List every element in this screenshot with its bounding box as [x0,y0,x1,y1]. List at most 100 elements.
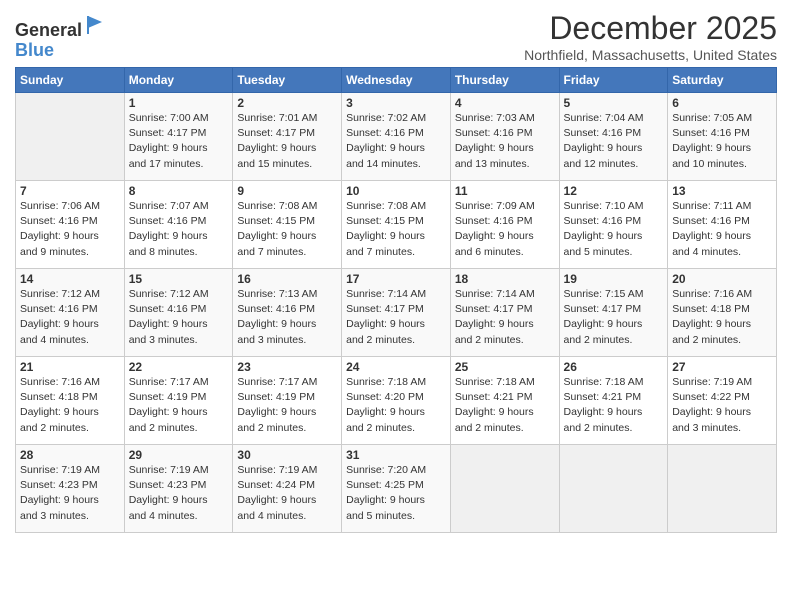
day-cell: 28Sunrise: 7:19 AMSunset: 4:23 PMDayligh… [16,445,125,533]
day-info: Sunrise: 7:15 AMSunset: 4:17 PMDaylight:… [564,287,664,348]
day-number: 31 [346,448,446,462]
logo-general: General [15,20,82,40]
day-info: Sunrise: 7:01 AMSunset: 4:17 PMDaylight:… [237,111,337,172]
day-cell: 15Sunrise: 7:12 AMSunset: 4:16 PMDayligh… [124,269,233,357]
day-number: 29 [129,448,229,462]
day-info: Sunrise: 7:19 AMSunset: 4:22 PMDaylight:… [672,375,772,436]
week-row-5: 28Sunrise: 7:19 AMSunset: 4:23 PMDayligh… [16,445,777,533]
day-number: 17 [346,272,446,286]
day-info: Sunrise: 7:05 AMSunset: 4:16 PMDaylight:… [672,111,772,172]
day-cell: 21Sunrise: 7:16 AMSunset: 4:18 PMDayligh… [16,357,125,445]
day-info: Sunrise: 7:19 AMSunset: 4:24 PMDaylight:… [237,463,337,524]
day-info: Sunrise: 7:03 AMSunset: 4:16 PMDaylight:… [455,111,555,172]
day-info: Sunrise: 7:16 AMSunset: 4:18 PMDaylight:… [672,287,772,348]
day-cell: 16Sunrise: 7:13 AMSunset: 4:16 PMDayligh… [233,269,342,357]
day-info: Sunrise: 7:19 AMSunset: 4:23 PMDaylight:… [129,463,229,524]
week-row-3: 14Sunrise: 7:12 AMSunset: 4:16 PMDayligh… [16,269,777,357]
day-info: Sunrise: 7:11 AMSunset: 4:16 PMDaylight:… [672,199,772,260]
day-cell: 10Sunrise: 7:08 AMSunset: 4:15 PMDayligh… [342,181,451,269]
day-cell: 3Sunrise: 7:02 AMSunset: 4:16 PMDaylight… [342,93,451,181]
day-cell: 14Sunrise: 7:12 AMSunset: 4:16 PMDayligh… [16,269,125,357]
day-number: 1 [129,96,229,110]
day-cell: 13Sunrise: 7:11 AMSunset: 4:16 PMDayligh… [668,181,777,269]
calendar-table: SundayMondayTuesdayWednesdayThursdayFrid… [15,67,777,533]
header: General Blue December 2025 Northfield, M… [15,10,777,63]
day-info: Sunrise: 7:09 AMSunset: 4:16 PMDaylight:… [455,199,555,260]
day-cell: 24Sunrise: 7:18 AMSunset: 4:20 PMDayligh… [342,357,451,445]
week-row-1: 1Sunrise: 7:00 AMSunset: 4:17 PMDaylight… [16,93,777,181]
day-number: 2 [237,96,337,110]
logo-blue: Blue [15,40,54,60]
day-cell: 7Sunrise: 7:06 AMSunset: 4:16 PMDaylight… [16,181,125,269]
header-sunday: Sunday [16,68,125,93]
day-number: 11 [455,184,555,198]
day-cell: 29Sunrise: 7:19 AMSunset: 4:23 PMDayligh… [124,445,233,533]
day-info: Sunrise: 7:06 AMSunset: 4:16 PMDaylight:… [20,199,120,260]
day-cell [16,93,125,181]
day-cell: 25Sunrise: 7:18 AMSunset: 4:21 PMDayligh… [450,357,559,445]
day-number: 16 [237,272,337,286]
day-cell: 27Sunrise: 7:19 AMSunset: 4:22 PMDayligh… [668,357,777,445]
day-info: Sunrise: 7:19 AMSunset: 4:23 PMDaylight:… [20,463,120,524]
day-number: 13 [672,184,772,198]
day-number: 7 [20,184,120,198]
day-number: 23 [237,360,337,374]
location-title: Northfield, Massachusetts, United States [524,47,777,63]
day-number: 20 [672,272,772,286]
header-thursday: Thursday [450,68,559,93]
week-row-2: 7Sunrise: 7:06 AMSunset: 4:16 PMDaylight… [16,181,777,269]
day-number: 18 [455,272,555,286]
day-cell: 18Sunrise: 7:14 AMSunset: 4:17 PMDayligh… [450,269,559,357]
day-info: Sunrise: 7:14 AMSunset: 4:17 PMDaylight:… [346,287,446,348]
day-number: 22 [129,360,229,374]
day-cell: 20Sunrise: 7:16 AMSunset: 4:18 PMDayligh… [668,269,777,357]
day-cell: 22Sunrise: 7:17 AMSunset: 4:19 PMDayligh… [124,357,233,445]
day-info: Sunrise: 7:08 AMSunset: 4:15 PMDaylight:… [346,199,446,260]
day-cell [668,445,777,533]
day-number: 4 [455,96,555,110]
day-number: 9 [237,184,337,198]
header-wednesday: Wednesday [342,68,451,93]
day-cell: 30Sunrise: 7:19 AMSunset: 4:24 PMDayligh… [233,445,342,533]
day-number: 5 [564,96,664,110]
day-info: Sunrise: 7:13 AMSunset: 4:16 PMDaylight:… [237,287,337,348]
day-number: 19 [564,272,664,286]
day-cell: 23Sunrise: 7:17 AMSunset: 4:19 PMDayligh… [233,357,342,445]
day-cell: 26Sunrise: 7:18 AMSunset: 4:21 PMDayligh… [559,357,668,445]
day-info: Sunrise: 7:10 AMSunset: 4:16 PMDaylight:… [564,199,664,260]
day-number: 8 [129,184,229,198]
day-info: Sunrise: 7:12 AMSunset: 4:16 PMDaylight:… [20,287,120,348]
day-cell: 19Sunrise: 7:15 AMSunset: 4:17 PMDayligh… [559,269,668,357]
day-info: Sunrise: 7:07 AMSunset: 4:16 PMDaylight:… [129,199,229,260]
day-number: 26 [564,360,664,374]
logo: General Blue [15,14,106,61]
day-info: Sunrise: 7:02 AMSunset: 4:16 PMDaylight:… [346,111,446,172]
day-info: Sunrise: 7:12 AMSunset: 4:16 PMDaylight:… [129,287,229,348]
logo-flag-icon [84,14,106,36]
days-header-row: SundayMondayTuesdayWednesdayThursdayFrid… [16,68,777,93]
week-row-4: 21Sunrise: 7:16 AMSunset: 4:18 PMDayligh… [16,357,777,445]
day-info: Sunrise: 7:18 AMSunset: 4:21 PMDaylight:… [455,375,555,436]
day-number: 14 [20,272,120,286]
day-number: 15 [129,272,229,286]
day-number: 3 [346,96,446,110]
day-info: Sunrise: 7:17 AMSunset: 4:19 PMDaylight:… [129,375,229,436]
day-info: Sunrise: 7:00 AMSunset: 4:17 PMDaylight:… [129,111,229,172]
day-cell: 17Sunrise: 7:14 AMSunset: 4:17 PMDayligh… [342,269,451,357]
day-cell: 6Sunrise: 7:05 AMSunset: 4:16 PMDaylight… [668,93,777,181]
day-number: 30 [237,448,337,462]
month-title: December 2025 [524,10,777,47]
calendar-container: General Blue December 2025 Northfield, M… [0,0,792,543]
day-info: Sunrise: 7:14 AMSunset: 4:17 PMDaylight:… [455,287,555,348]
day-cell: 4Sunrise: 7:03 AMSunset: 4:16 PMDaylight… [450,93,559,181]
day-cell: 8Sunrise: 7:07 AMSunset: 4:16 PMDaylight… [124,181,233,269]
day-info: Sunrise: 7:08 AMSunset: 4:15 PMDaylight:… [237,199,337,260]
title-block: December 2025 Northfield, Massachusetts,… [524,10,777,63]
day-info: Sunrise: 7:20 AMSunset: 4:25 PMDaylight:… [346,463,446,524]
day-cell [559,445,668,533]
day-number: 24 [346,360,446,374]
day-number: 6 [672,96,772,110]
day-info: Sunrise: 7:18 AMSunset: 4:20 PMDaylight:… [346,375,446,436]
day-info: Sunrise: 7:17 AMSunset: 4:19 PMDaylight:… [237,375,337,436]
header-friday: Friday [559,68,668,93]
